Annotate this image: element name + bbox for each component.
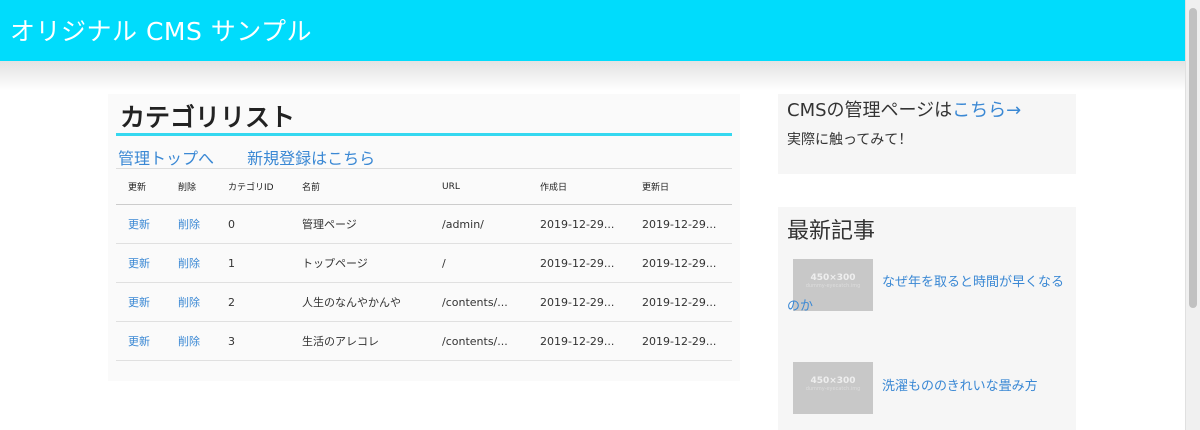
site-title[interactable]: オリジナル CMS サンプル <box>10 12 312 48</box>
thumbnail-size-label: 450×300 <box>810 376 856 386</box>
column-header-url: URL <box>430 168 528 205</box>
header-shadow <box>0 61 1186 91</box>
name-cell: 人生のなんやかんや <box>290 282 430 322</box>
updated-cell: 2019-12-29... <box>630 243 732 283</box>
name-cell: 管理ページ <box>290 204 430 244</box>
url-cell: / <box>430 243 528 283</box>
name-cell: トップページ <box>290 243 430 283</box>
category-id-cell: 3 <box>216 321 290 361</box>
category-id-cell: 0 <box>216 204 290 244</box>
category-id-cell: 1 <box>216 243 290 283</box>
url-cell: /admin/ <box>430 204 528 244</box>
column-header-category-id: カテゴリID <box>216 168 290 205</box>
site-header: オリジナル CMS サンプル <box>0 0 1186 61</box>
action-links: 管理トップへ 新規登録はこちら <box>118 145 403 169</box>
article-title-link[interactable]: 洗濯もののきれいな畳み方 <box>882 375 1038 399</box>
column-header-delete: 削除 <box>166 168 216 205</box>
article-title-link[interactable]: なぜ年を取ると時間が早くなるのか <box>787 271 1067 319</box>
update-link[interactable]: 更新 <box>116 204 166 244</box>
updated-cell: 2019-12-29... <box>630 204 732 244</box>
name-cell: 生活のアレコレ <box>290 321 430 361</box>
title-underline <box>116 133 732 136</box>
column-header-name: 名前 <box>290 168 430 205</box>
new-register-link[interactable]: 新規登録はこちら <box>247 149 375 168</box>
table-row: 更新 削除 3 生活のアレコレ /contents/... 2019-12-29… <box>116 321 732 361</box>
vertical-scrollbar[interactable] <box>1185 0 1200 430</box>
category-id-cell: 2 <box>216 282 290 322</box>
delete-link[interactable]: 削除 <box>166 282 216 322</box>
update-link[interactable]: 更新 <box>116 282 166 322</box>
column-header-created: 作成日 <box>528 168 630 205</box>
table-row: 更新 削除 2 人生のなんやかんや /contents/... 2019-12-… <box>116 282 732 322</box>
admin-top-link[interactable]: 管理トップへ <box>118 149 214 168</box>
scrollbar-thumb[interactable] <box>1189 8 1197 308</box>
table-header-row: 更新 削除 カテゴリID 名前 URL 作成日 更新日 <box>116 168 732 205</box>
category-table: 更新 削除 カテゴリID 名前 URL 作成日 更新日 更新 削除 0 管理ペー… <box>116 168 732 361</box>
update-link[interactable]: 更新 <box>116 321 166 361</box>
delete-link[interactable]: 削除 <box>166 204 216 244</box>
update-link[interactable]: 更新 <box>116 243 166 283</box>
url-cell: /contents/... <box>430 321 528 361</box>
delete-link[interactable]: 削除 <box>166 243 216 283</box>
created-cell: 2019-12-29... <box>528 282 630 322</box>
recent-articles-box: 最新記事 450×300 dummy-eyecatch.img なぜ年を取ると時… <box>778 207 1076 430</box>
article-thumbnail[interactable]: 450×300 dummy-eyecatch.img <box>793 362 873 414</box>
admin-info-box: CMSの管理ページはこちら→ 実際に触ってみて！ <box>778 94 1076 174</box>
created-cell: 2019-12-29... <box>528 321 630 361</box>
admin-sub-text: 実際に触ってみて！ <box>787 132 913 148</box>
url-cell: /contents/... <box>430 282 528 322</box>
admin-page-link[interactable]: こちら→ <box>952 100 1021 121</box>
admin-lead: CMSの管理ページはこちら→ <box>787 96 1021 122</box>
updated-cell: 2019-12-29... <box>630 321 732 361</box>
page-title: カテゴリリスト <box>120 103 296 132</box>
created-cell: 2019-12-29... <box>528 243 630 283</box>
category-list-panel: カテゴリリスト 管理トップへ 新規登録はこちら 更新 削除 カテゴリID 名前 … <box>108 94 740 381</box>
delete-link[interactable]: 削除 <box>166 321 216 361</box>
table-row: 更新 削除 0 管理ページ /admin/ 2019-12-29... 2019… <box>116 204 732 244</box>
thumbnail-sub-label: dummy-eyecatch.img <box>805 386 861 392</box>
table-row: 更新 削除 1 トップページ / 2019-12-29... 2019-12-2… <box>116 243 732 283</box>
created-cell: 2019-12-29... <box>528 204 630 244</box>
recent-articles-heading: 最新記事 <box>787 219 876 244</box>
admin-lead-text: CMSの管理ページは <box>787 100 953 121</box>
updated-cell: 2019-12-29... <box>630 282 732 322</box>
column-header-updated: 更新日 <box>630 168 732 205</box>
column-header-update: 更新 <box>116 168 166 205</box>
